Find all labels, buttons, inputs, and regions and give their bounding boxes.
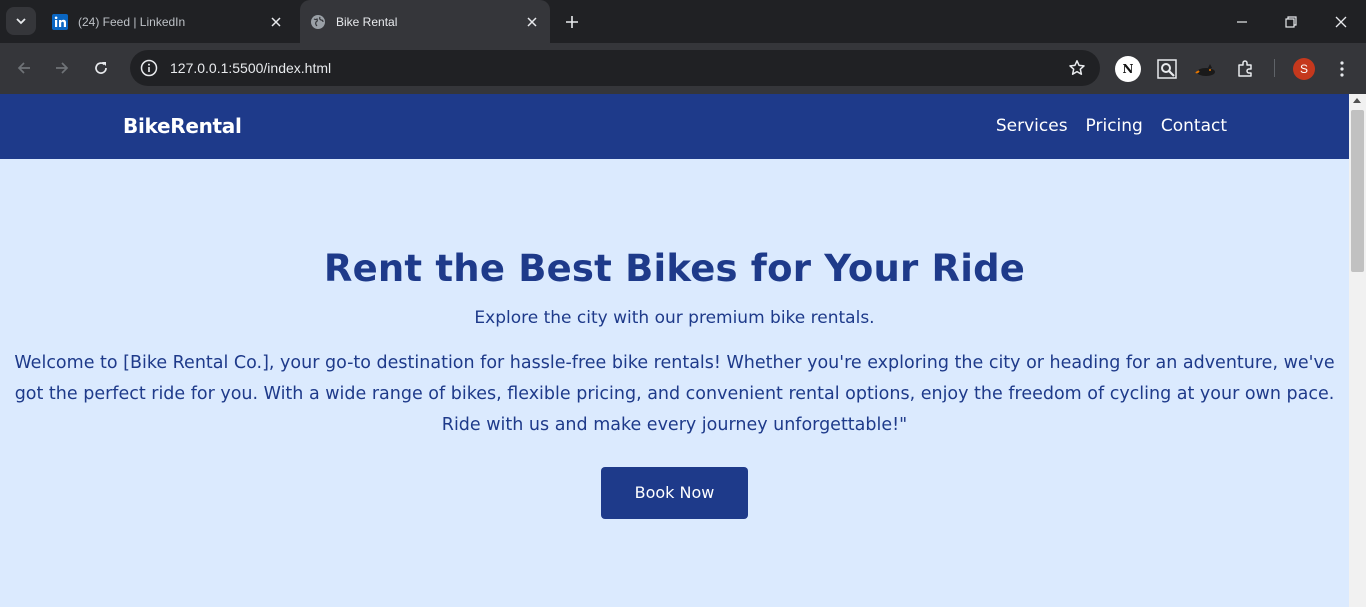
search-scan-icon[interactable] [1154, 56, 1180, 82]
restore-button[interactable] [1267, 0, 1315, 43]
tab-bike-rental[interactable]: Bike Rental [300, 0, 550, 43]
nav-link-pricing[interactable]: Pricing [1086, 116, 1143, 136]
cat-extension-icon[interactable] [1193, 56, 1219, 82]
nav-link-services[interactable]: Services [996, 116, 1068, 136]
browser-toolbar: 127.0.0.1:5500/index.html N S [0, 43, 1366, 94]
hero-description: Welcome to [Bike Rental Co.], your go-to… [14, 353, 1335, 435]
profile-avatar[interactable]: S [1293, 58, 1315, 80]
hero-section: Rent the Best Bikes for Your Ride Explor… [0, 159, 1349, 519]
close-window-button[interactable] [1317, 0, 1365, 43]
globe-icon [310, 14, 326, 30]
address-bar[interactable]: 127.0.0.1:5500/index.html [130, 50, 1100, 86]
close-icon [1335, 16, 1347, 27]
scroll-up-arrow-icon[interactable] [1353, 98, 1361, 103]
nav-links: Services Pricing Contact [996, 116, 1227, 136]
tab-linkedin[interactable]: (24) Feed | LinkedIn [42, 0, 294, 43]
browser-menu-button[interactable] [1329, 56, 1355, 82]
arrow-right-icon [56, 62, 69, 74]
site-logo[interactable]: BikeRental [123, 114, 242, 138]
puzzle-extensions-icon[interactable] [1232, 56, 1258, 82]
hero-title: Rent the Best Bikes for Your Ride [323, 247, 1026, 290]
tab-title: (24) Feed | LinkedIn [78, 14, 186, 29]
kebab-menu-icon [1340, 61, 1344, 77]
chevron-down-icon [16, 18, 26, 25]
tab-title: Bike Rental [336, 14, 398, 29]
reload-icon [95, 62, 107, 74]
arrow-left-icon [17, 62, 30, 74]
bookmark-star-icon[interactable] [1068, 59, 1086, 77]
linkedin-icon [52, 13, 68, 30]
tab-search-button[interactable] [6, 7, 36, 35]
page-scrollbar[interactable] [1349, 94, 1366, 607]
nav-link-contact[interactable]: Contact [1161, 116, 1227, 136]
site-info-icon[interactable] [138, 57, 160, 79]
back-button[interactable] [10, 54, 38, 82]
scrollbar-thumb[interactable] [1351, 110, 1364, 272]
page-viewport: BikeRental Services Pricing Contact Rent… [0, 94, 1366, 607]
reload-button[interactable] [87, 54, 115, 82]
minimize-icon [1237, 20, 1247, 23]
notion-web-clipper-icon[interactable]: N [1115, 56, 1141, 82]
plus-icon [566, 16, 578, 28]
url-text: 127.0.0.1:5500/index.html [170, 60, 332, 76]
book-now-button[interactable]: Book Now [601, 467, 748, 519]
restore-icon [1285, 15, 1297, 28]
close-tab-icon[interactable] [522, 12, 542, 32]
forward-button[interactable] [48, 54, 76, 82]
hero-tagline: Explore the city with our premium bike r… [474, 308, 875, 328]
minimize-button[interactable] [1218, 0, 1266, 43]
toolbar-separator [1274, 59, 1275, 77]
browser-tab-strip: (24) Feed | LinkedIn Bike Rental [0, 0, 1366, 43]
site-navbar: BikeRental Services Pricing Contact [0, 94, 1349, 159]
new-tab-button[interactable] [560, 10, 584, 34]
close-tab-icon[interactable] [266, 12, 286, 32]
